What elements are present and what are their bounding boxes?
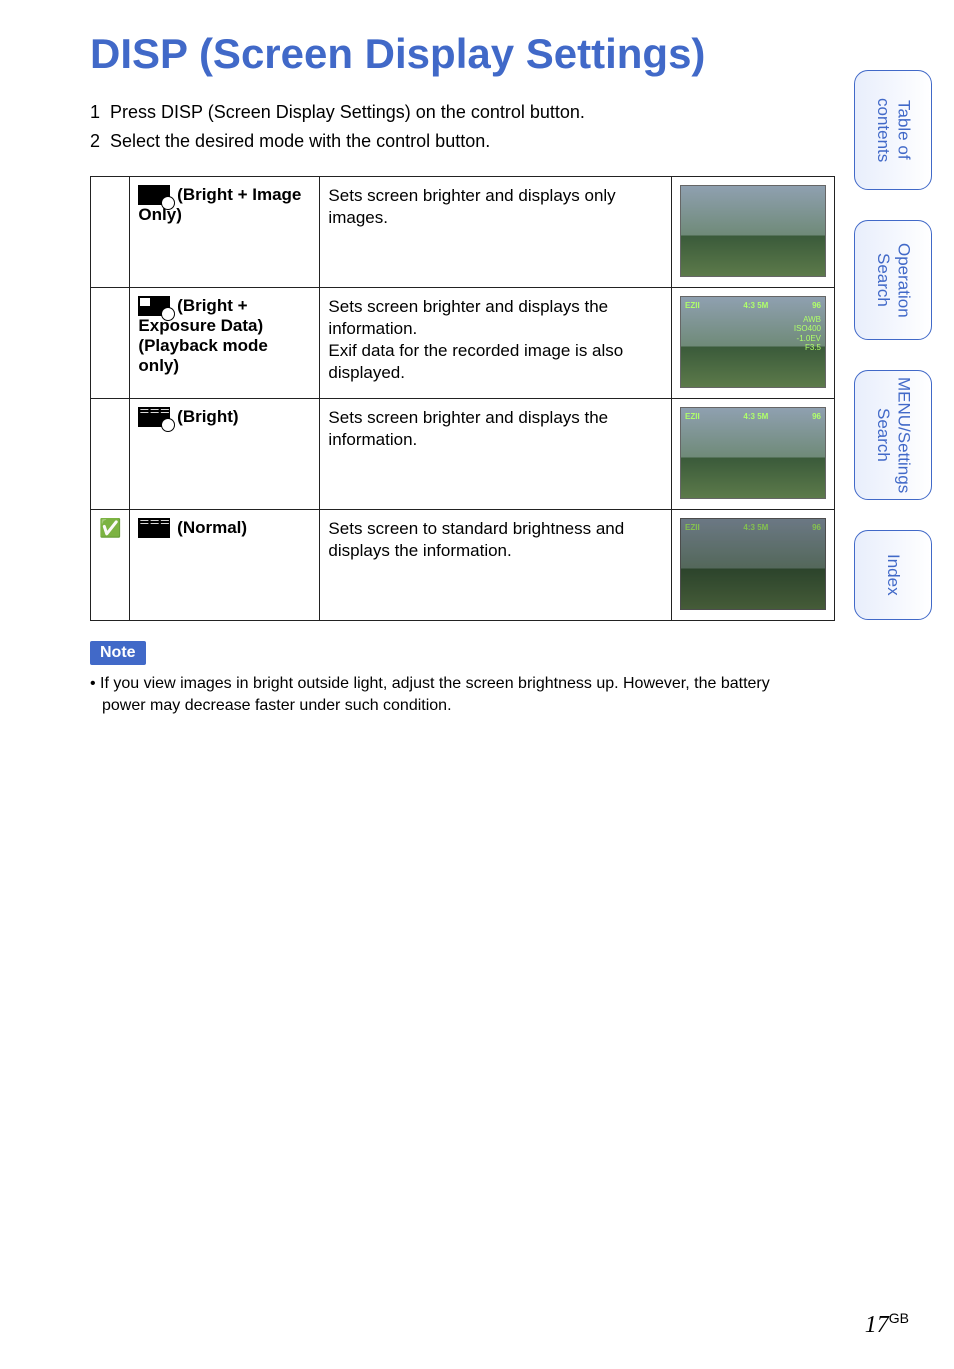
size-badge: 4:3 5M — [743, 523, 768, 532]
mode-thumb — [672, 176, 835, 287]
battery-icon: EZII — [685, 301, 700, 310]
size-badge: 4:3 5M — [743, 301, 768, 310]
thumbnail-image: EZII 4:3 5M 96 — [680, 518, 826, 610]
note-text: • If you view images in bright outside l… — [90, 673, 810, 718]
thumb-overlay-top: EZII 4:3 5M 96 — [685, 301, 821, 310]
steps-list: 1 Press DISP (Screen Display Settings) o… — [90, 98, 810, 156]
table-row: (Bright + Exposure Data) (Playback mode … — [91, 287, 835, 398]
tab-table-of-contents[interactable]: Table of contents — [854, 70, 932, 190]
step-2: 2 Select the desired mode with the contr… — [90, 127, 810, 156]
tab-index[interactable]: Index — [854, 530, 932, 620]
exp-line: -1.0EV — [794, 334, 821, 344]
mode-label: (Bright + Image Only) — [130, 176, 320, 287]
page-suffix: GB — [889, 1310, 909, 1326]
page-title: DISP (Screen Display Settings) — [90, 30, 810, 78]
mode-label: — — —— — — (Normal) — [130, 509, 320, 620]
mode-name: (Bright) — [177, 407, 238, 426]
step-text: Press DISP (Screen Display Settings) on … — [110, 98, 585, 127]
thumbnail-image — [680, 185, 826, 277]
check-cell: ✅ — [91, 509, 130, 620]
disp-icon-normal: — — —— — — — [138, 518, 170, 538]
disp-icon-bright-image-only — [138, 185, 170, 205]
count-badge: 96 — [812, 523, 821, 532]
mode-desc: Sets screen brighter and displays only i… — [320, 176, 672, 287]
mode-label: — — —— — — (Bright) — [130, 398, 320, 509]
step-1: 1 Press DISP (Screen Display Settings) o… — [90, 98, 810, 127]
mode-thumb: EZII 4:3 5M 96 — [672, 509, 835, 620]
size-badge: 4:3 5M — [743, 412, 768, 421]
mode-thumb: EZII 4:3 5M 96 AWB ISO400 -1.0EV F3.5 — [672, 287, 835, 398]
step-num: 2 — [90, 127, 110, 156]
thumb-overlay-top: EZII 4:3 5M 96 — [685, 523, 821, 532]
table-row: (Bright + Image Only) Sets screen bright… — [91, 176, 835, 287]
page-number: 17GB — [865, 1310, 909, 1339]
mode-desc: Sets screen to standard brightness and d… — [320, 509, 672, 620]
count-badge: 96 — [812, 412, 821, 421]
table-row: ✅ — — —— — — (Normal) Sets screen to sta… — [91, 509, 835, 620]
step-text: Select the desired mode with the control… — [110, 127, 490, 156]
exp-line: ISO400 — [794, 324, 821, 334]
mode-label: (Bright + Exposure Data) (Playback mode … — [130, 287, 320, 398]
thumb-overlay-top: EZII 4:3 5M 96 — [685, 412, 821, 421]
thumb-overlay-exp: AWB ISO400 -1.0EV F3.5 — [794, 315, 821, 353]
exp-line: AWB — [794, 315, 821, 325]
check-cell — [91, 287, 130, 398]
mode-desc: Sets screen brighter and displays the in… — [320, 398, 672, 509]
note-label: Note — [90, 641, 146, 665]
exp-line: F3.5 — [794, 343, 821, 353]
mode-thumb: EZII 4:3 5M 96 — [672, 398, 835, 509]
check-cell — [91, 398, 130, 509]
battery-icon: EZII — [685, 412, 700, 421]
disp-icon-bright-exposure — [138, 296, 170, 316]
step-num: 1 — [90, 98, 110, 127]
thumbnail-image: EZII 4:3 5M 96 AWB ISO400 -1.0EV F3.5 — [680, 296, 826, 388]
tab-operation-search[interactable]: Operation Search — [854, 220, 932, 340]
page-number-value: 17 — [865, 1312, 889, 1338]
check-cell — [91, 176, 130, 287]
mode-name: (Normal) — [177, 518, 247, 537]
side-tabs: Table of contents Operation Search MENU/… — [854, 70, 934, 650]
battery-icon: EZII — [685, 523, 700, 532]
mode-desc: Sets screen brighter and displays the in… — [320, 287, 672, 398]
table-row: — — —— — — (Bright) Sets screen brighter… — [91, 398, 835, 509]
disp-icon-bright: — — —— — — — [138, 407, 170, 427]
modes-table: (Bright + Image Only) Sets screen bright… — [90, 176, 835, 621]
tab-menu-settings-search[interactable]: MENU/Settings Search — [854, 370, 932, 500]
thumbnail-image: EZII 4:3 5M 96 — [680, 407, 826, 499]
count-badge: 96 — [812, 301, 821, 310]
